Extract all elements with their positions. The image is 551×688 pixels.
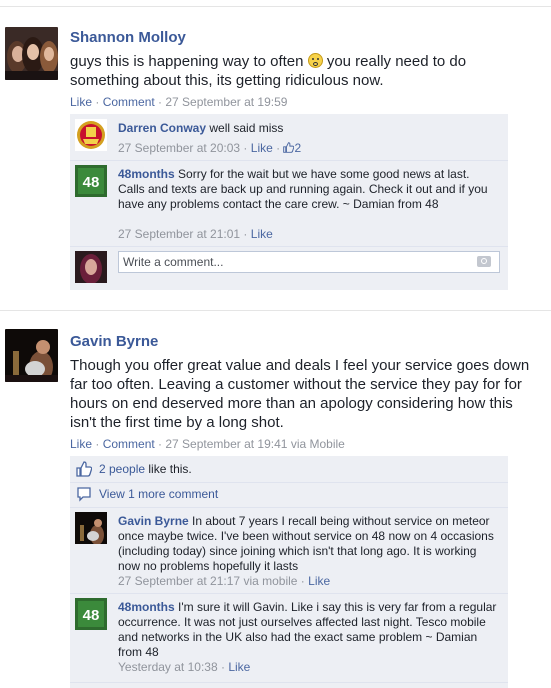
comment-author[interactable]: 48months (118, 600, 175, 614)
separator: · (154, 437, 166, 451)
comments-box: Darren Conway well said miss 27 Septembe… (70, 114, 508, 290)
avatar[interactable] (75, 251, 107, 283)
worried-emoji-icon (307, 53, 323, 68)
comment: 48 48months I'm sure it will Gavin. Like… (70, 598, 508, 678)
view-more-row[interactable]: View 1 more comment (70, 486, 508, 504)
like-link[interactable]: Like (228, 660, 250, 674)
write-comment-placeholder: Write a comment... (123, 255, 224, 269)
likes-suffix: like this. (148, 462, 192, 476)
post-text: Though you offer great value and deals I… (70, 357, 530, 431)
like-link[interactable]: Like (251, 227, 273, 241)
comment-likes[interactable]: 2 (283, 141, 301, 155)
comment-body: well said miss (209, 121, 284, 135)
separator: · (272, 141, 284, 155)
post-actions: Like · Comment · 27 September at 19:41 v… (70, 437, 345, 451)
comment-timestamp[interactable]: Yesterday at 10:38 (118, 660, 218, 674)
post-divider (0, 310, 551, 311)
like-link[interactable]: Like (308, 574, 330, 588)
comment: Darren Conway well said miss 27 Septembe… (70, 119, 508, 157)
comment-link[interactable]: Comment (103, 437, 155, 451)
post-timestamp[interactable]: 27 September at 19:59 (165, 95, 287, 109)
comment-timestamp[interactable]: 27 September at 21:01 (118, 227, 240, 241)
comment-text: Darren Conway well said miss (118, 121, 498, 136)
separator: · (240, 227, 251, 241)
view-more-comments-link[interactable]: View 1 more comment (99, 487, 218, 501)
separator: · (217, 660, 229, 674)
like-count: 2 (294, 141, 302, 155)
avatar[interactable] (75, 512, 107, 544)
like-link[interactable]: Like (251, 141, 273, 155)
comment-author[interactable]: Darren Conway (118, 121, 206, 135)
comment-via[interactable]: via mobile (243, 574, 297, 588)
separator: · (297, 574, 309, 588)
separator: · (154, 95, 166, 109)
comment-divider (70, 593, 508, 594)
comment-text: Gavin Byrne In about 7 years I recall be… (118, 514, 498, 574)
write-comment-row: Write a comment... (70, 251, 508, 287)
comment-author[interactable]: 48months (118, 167, 175, 181)
avatar[interactable]: 48 (75, 165, 107, 197)
like-link[interactable]: Like (70, 437, 92, 451)
top-divider (0, 6, 551, 7)
likes-row: 2 people like this. (70, 461, 508, 479)
comments-box: 2 people like this. View 1 more comment … (70, 456, 508, 688)
thumbs-up-icon (283, 142, 295, 153)
like-link[interactable]: Like (70, 95, 92, 109)
comment-meta: 27 September at 21:01 · Like (118, 227, 273, 241)
separator: · (92, 95, 103, 109)
svg-text:48: 48 (83, 607, 100, 624)
avatar[interactable] (5, 329, 58, 382)
thumbs-up-icon (76, 461, 92, 477)
separator: · (92, 437, 103, 451)
avatar[interactable] (5, 27, 58, 80)
post-text: guys this is happening way to often you … (70, 52, 532, 90)
svg-text:48: 48 (83, 174, 100, 191)
comment-divider (70, 160, 508, 161)
avatar[interactable]: 48 (75, 598, 107, 630)
comment-meta: 27 September at 21:17 via mobile · Like (118, 574, 330, 588)
speech-bubble-icon (77, 487, 91, 502)
comment-link[interactable]: Comment (103, 95, 155, 109)
comment-meta: Yesterday at 10:38 · Like (118, 660, 250, 674)
comment-divider (70, 482, 508, 483)
comment-timestamp[interactable]: 27 September at 20:03 (118, 141, 240, 155)
post-actions: Like · Comment · 27 September at 19:59 (70, 95, 287, 109)
comment-meta: 27 September at 20:03 · Like · 2 (118, 141, 301, 155)
write-comment-input[interactable]: Write a comment... (118, 251, 500, 273)
post-via[interactable]: via Mobile (291, 437, 345, 451)
comment-text: 48months I'm sure it will Gavin. Like i … (118, 600, 498, 660)
comment-divider (70, 246, 508, 247)
comment-author[interactable]: Gavin Byrne (118, 514, 189, 528)
likes-summary: 2 people like this. (99, 462, 192, 476)
comment-divider (70, 682, 508, 683)
comment: 48 48months Sorry for the wait but we ha… (70, 165, 508, 245)
comment: Gavin Byrne In about 7 years I recall be… (70, 512, 508, 592)
comment-divider (70, 507, 508, 508)
post-author[interactable]: Shannon Molloy (70, 29, 186, 46)
avatar[interactable] (75, 119, 107, 151)
comment-timestamp[interactable]: 27 September at 21:17 (118, 574, 240, 588)
likes-people-link[interactable]: 2 people (99, 462, 145, 476)
comment-text: 48months Sorry for the wait but we have … (118, 167, 498, 212)
comment-body: I'm sure it will Gavin. Like i say this … (118, 600, 497, 659)
camera-icon[interactable] (477, 256, 491, 267)
post-author[interactable]: Gavin Byrne (70, 333, 158, 350)
separator: · (240, 141, 251, 155)
post-timestamp[interactable]: 27 September at 19:41 (165, 437, 287, 451)
post-text-part: guys this is happening way to often (70, 53, 308, 70)
